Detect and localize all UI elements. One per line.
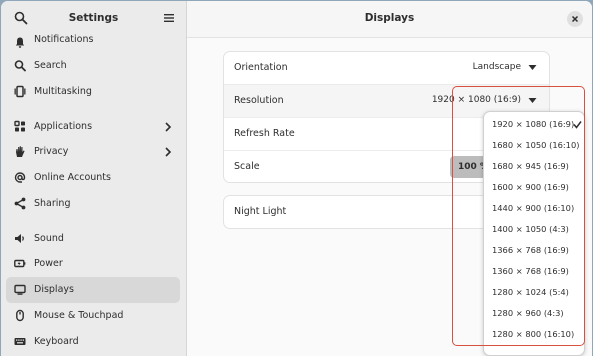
resolution-option[interactable]: 1280 × 1024 (5:4) <box>492 283 582 304</box>
applications-icon <box>14 120 25 132</box>
resolution-dropdown-menu: 1920 × 1080 (16:9) 1680 × 1050 (16:10) 1… <box>483 111 585 356</box>
resolution-option[interactable]: 1920 × 1080 (16:9) <box>492 115 582 136</box>
sidebar-item-privacy[interactable]: Privacy <box>6 139 180 165</box>
sidebar-item-label: Online Accounts <box>34 172 111 183</box>
sidebar-item-label: Privacy <box>34 146 69 157</box>
display-icon <box>14 284 26 295</box>
sidebar-item-label: Keyboard <box>34 336 79 347</box>
keyboard-icon <box>14 338 26 345</box>
resolution-option[interactable]: 1280 × 960 (4:3) <box>492 304 582 325</box>
battery-icon <box>14 259 26 268</box>
sidebar-item-sound[interactable]: Sound <box>6 226 180 252</box>
refresh-rate-label: Refresh Rate <box>234 128 295 139</box>
sidebar-item-label: Notifications <box>34 34 94 45</box>
share-icon <box>14 197 26 210</box>
resolution-label: Resolution <box>234 95 284 106</box>
sidebar: Settings Notifications Search Multitaski… <box>1 1 187 356</box>
chevron-right-icon <box>165 122 172 132</box>
sidebar-item-power[interactable]: Power <box>6 251 180 277</box>
orientation-value: Landscape <box>472 62 521 72</box>
bell-icon <box>15 37 25 48</box>
privacy-hand-icon <box>16 146 25 157</box>
sidebar-item-online-accounts[interactable]: Online Accounts <box>6 165 180 191</box>
close-button[interactable] <box>567 11 583 27</box>
dropdown-arrow-icon <box>528 98 537 103</box>
sidebar-item-label: Sharing <box>34 198 71 209</box>
multitasking-icon <box>14 85 26 98</box>
sidebar-item-mouse-touchpad[interactable]: Mouse & Touchpad <box>6 303 180 329</box>
checkmark-icon <box>573 121 582 129</box>
mouse-icon <box>16 309 24 322</box>
sidebar-item-label: Displays <box>34 284 74 295</box>
page-title: Displays <box>364 12 415 24</box>
sidebar-item-search[interactable]: Search <box>6 53 180 79</box>
sidebar-item-multitasking[interactable]: Multitasking <box>6 79 180 105</box>
sidebar-item-label: Multitasking <box>34 86 92 97</box>
sidebar-title: Settings <box>68 12 119 24</box>
night-light-label: Night Light <box>234 206 287 217</box>
hamburger-menu-icon[interactable] <box>163 12 175 24</box>
resolution-option[interactable]: 1360 × 768 (16:9) <box>492 262 582 283</box>
resolution-value: 1920 × 1080 (16:9) <box>431 95 521 105</box>
scale-label: Scale <box>234 161 260 172</box>
main-header: Displays <box>187 1 592 38</box>
chevron-right-icon <box>165 147 172 157</box>
orientation-row[interactable]: Orientation Landscape <box>224 52 549 85</box>
close-icon <box>571 15 579 23</box>
sidebar-item-label: Power <box>34 258 63 269</box>
sidebar-item-sharing[interactable]: Sharing <box>6 191 180 217</box>
at-icon <box>14 172 26 183</box>
sidebar-item-label: Search <box>34 60 67 71</box>
search-icon <box>14 60 26 72</box>
orientation-label: Orientation <box>234 62 288 73</box>
sidebar-item-keyboard[interactable]: Keyboard <box>6 329 180 355</box>
sidebar-item-label: Applications <box>34 121 93 132</box>
resolution-option[interactable]: 1680 × 1050 (16:10) <box>492 136 582 157</box>
speaker-icon <box>15 234 24 243</box>
sidebar-item-displays[interactable]: Displays <box>6 277 180 303</box>
resolution-option[interactable]: 1400 × 1050 (4:3) <box>492 220 582 241</box>
resolution-option[interactable]: 1366 × 768 (16:9) <box>492 241 582 262</box>
resolution-option[interactable]: 1440 × 900 (16:10) <box>492 199 582 220</box>
resolution-option[interactable]: 1280 × 800 (16:10) <box>492 325 582 346</box>
resolution-option[interactable]: 1680 × 945 (16:9) <box>492 157 582 178</box>
resolution-option[interactable]: 1600 × 900 (16:9) <box>492 178 582 199</box>
sidebar-item-label: Mouse & Touchpad <box>34 310 124 321</box>
sidebar-item-applications[interactable]: Applications <box>6 114 180 140</box>
sidebar-item-label: Sound <box>34 233 64 244</box>
dropdown-arrow-icon <box>528 65 537 70</box>
